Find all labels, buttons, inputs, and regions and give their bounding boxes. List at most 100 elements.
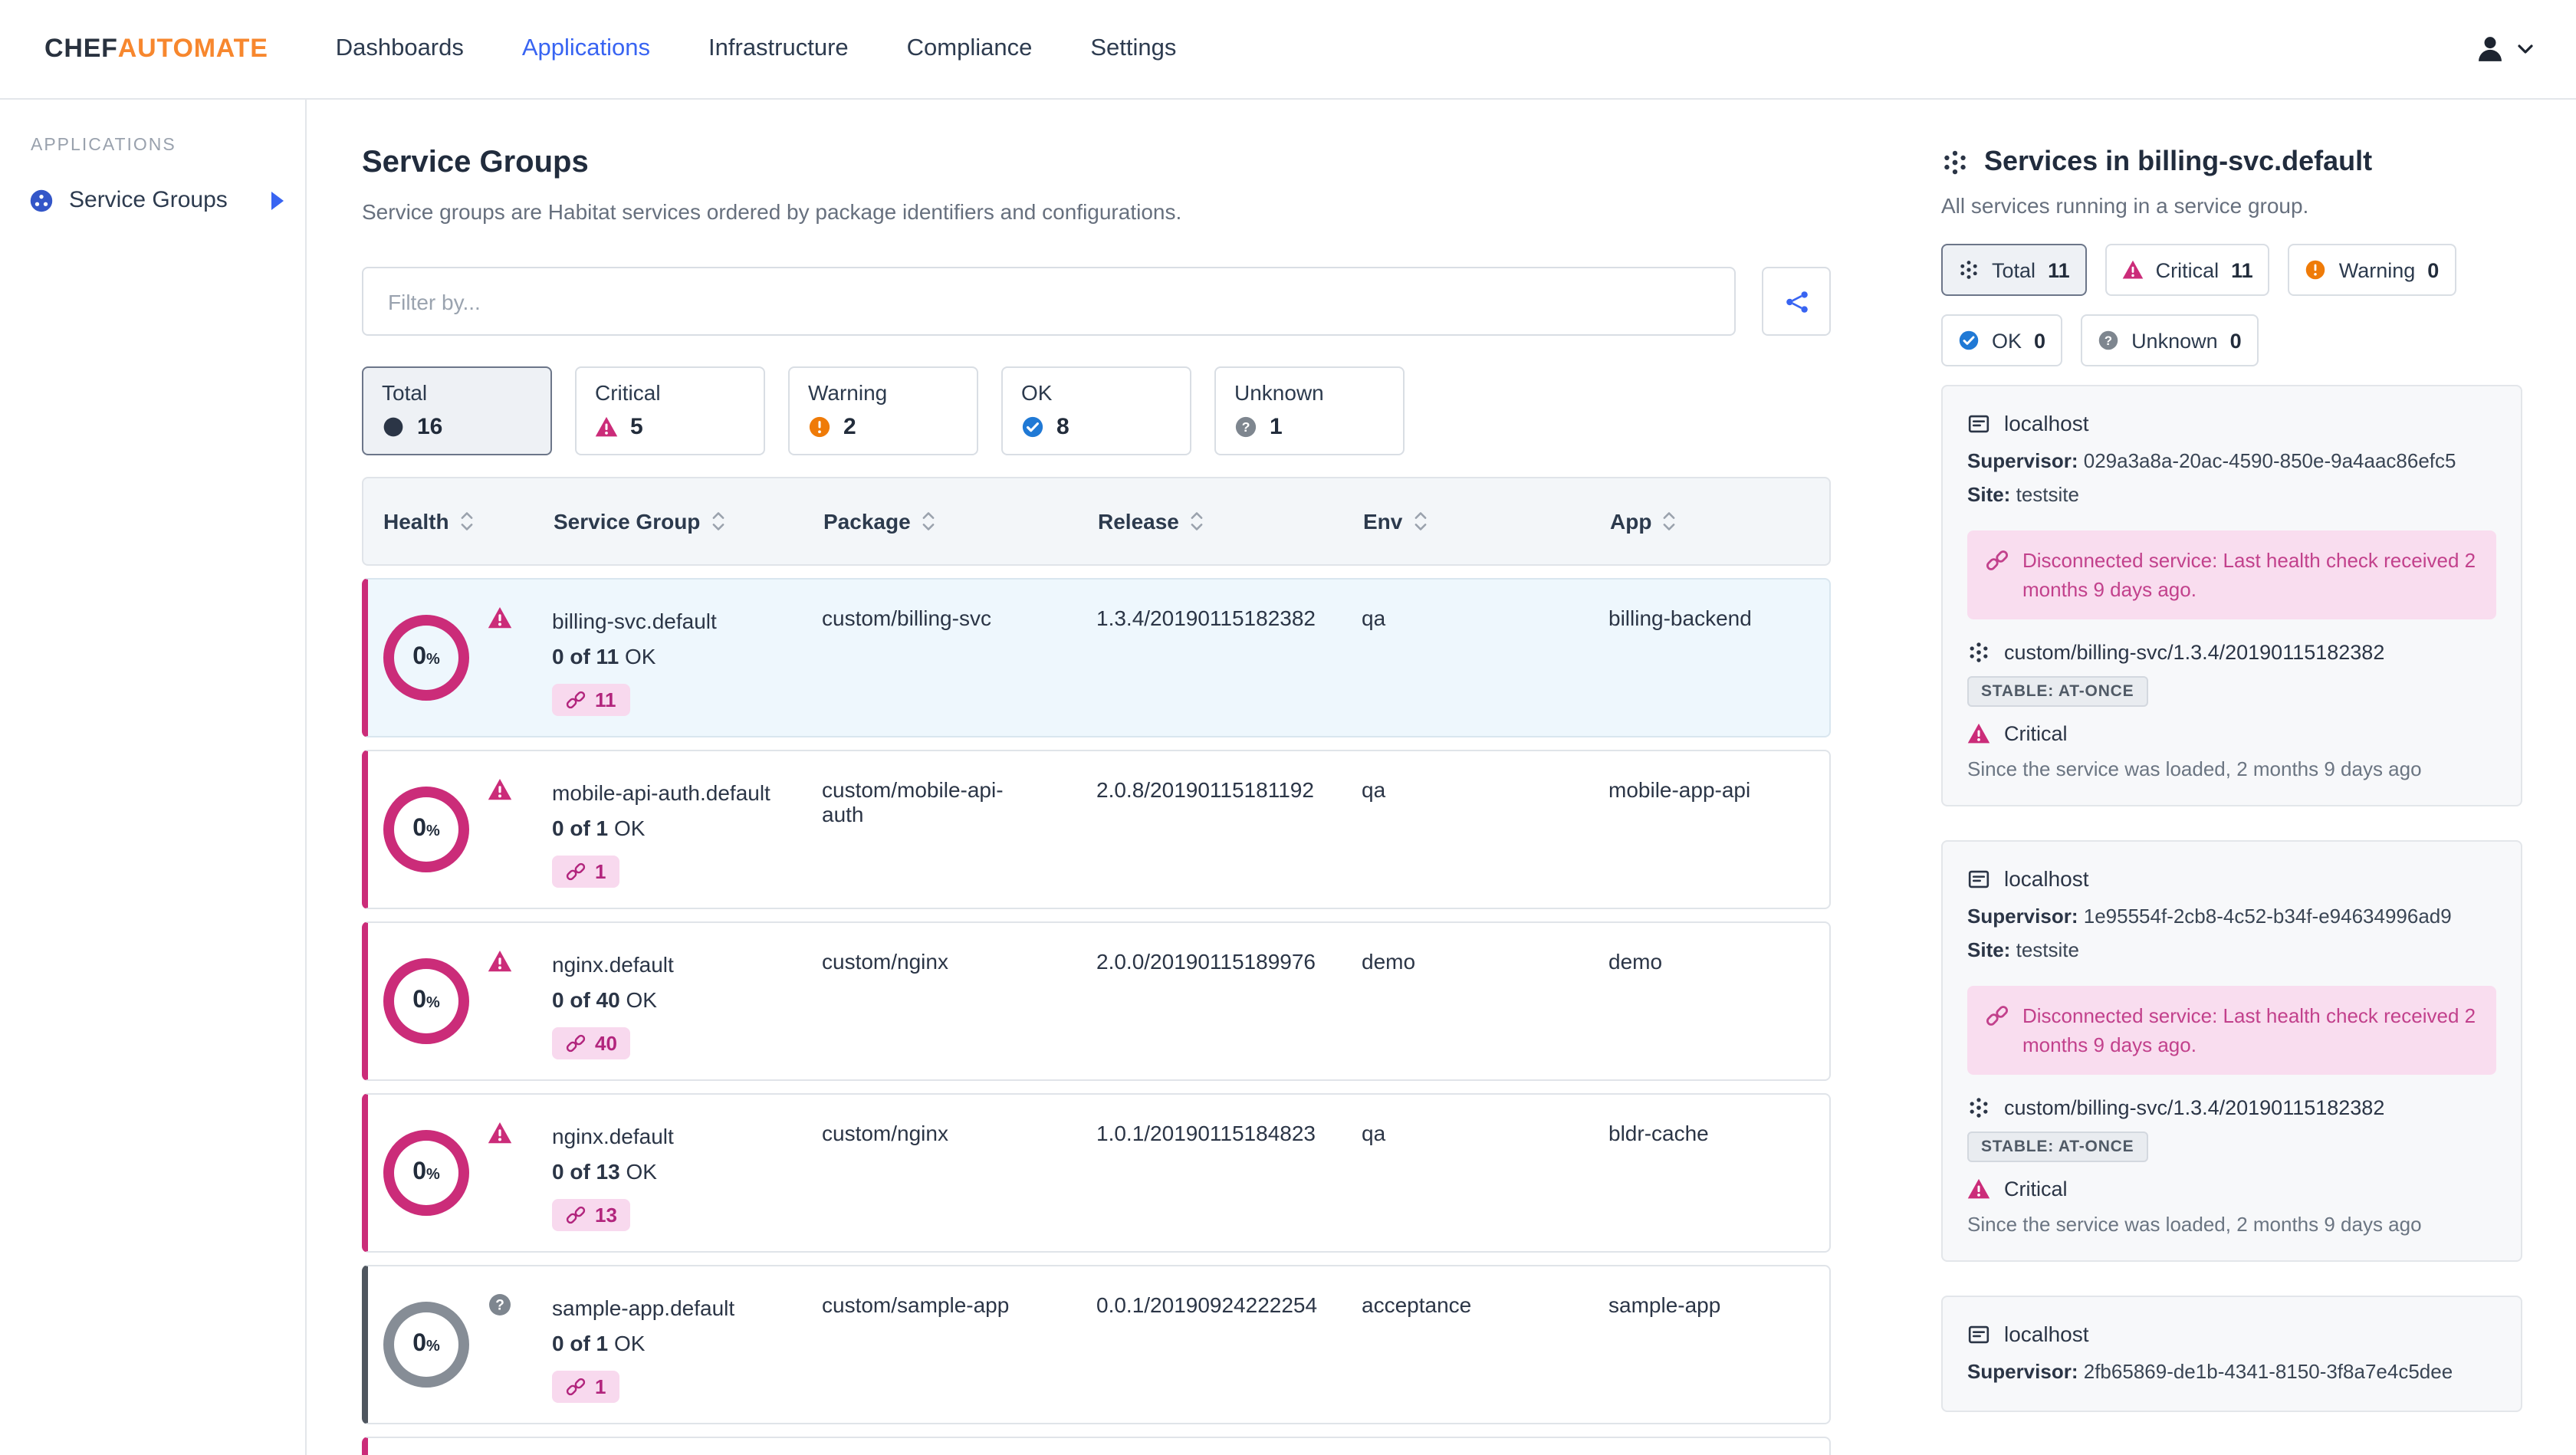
column-header-package[interactable]: Package — [823, 509, 1098, 534]
ok-count-line: 0 of 1 OK — [552, 1328, 776, 1358]
sort-icon[interactable] — [1413, 511, 1427, 532]
since-loaded-text: Since the service was loaded, 2 months 9… — [1967, 757, 2422, 780]
table-row[interactable]: 0 % billing-svc.default 0 of 11 OK 11 cu… — [362, 578, 1831, 737]
service-groups-table: Health Service Group Package Release Env… — [362, 477, 1831, 1455]
table-header: Health Service Group Package Release Env… — [362, 477, 1831, 566]
chip-ok[interactable]: OK 0 — [1941, 314, 2063, 366]
caret-right-icon — [271, 191, 284, 209]
chip-unknown[interactable]: Unknown 0 — [2081, 314, 2259, 366]
chip-label: OK — [1992, 329, 2022, 352]
release-cell: 1.0.1/20190115184823 — [1096, 1121, 1316, 1145]
column-header-health[interactable]: Health — [363, 509, 554, 534]
column-header-env[interactable]: Env — [1363, 509, 1610, 534]
service-card[interactable]: localhost Supervisor: 1e95554f-2cb8-4c52… — [1941, 840, 2522, 1262]
column-label: Release — [1098, 509, 1179, 534]
app-cell: mobile-app-api — [1608, 777, 1751, 802]
nav-settings[interactable]: Settings — [1090, 35, 1176, 63]
env-cell: qa — [1362, 1121, 1386, 1145]
ok-count: 0 of 40 — [552, 987, 620, 1012]
services-icon — [1967, 641, 1990, 664]
ok-suffix: OK — [624, 644, 656, 668]
table-row[interactable]: 0 % nginx.default 0 of 13 OK 13 custom/n… — [362, 1093, 1831, 1253]
status-card-warning[interactable]: Warning 2 — [788, 366, 978, 455]
chip-warning[interactable]: Warning 0 — [2288, 244, 2456, 296]
broken-link-icon — [566, 1377, 586, 1397]
health-cell: 0 % — [368, 599, 552, 716]
table-row[interactable]: 0 % sample-app.default 0 of 1 OK 1 custo… — [362, 1265, 1831, 1424]
sort-icon[interactable] — [1190, 511, 1204, 532]
column-header-app[interactable]: App — [1610, 509, 1829, 534]
site-value: testsite — [2016, 483, 2079, 506]
critical-icon — [488, 1121, 512, 1145]
column-header-release[interactable]: Release — [1098, 509, 1363, 534]
host-row: localhost — [1967, 411, 2496, 435]
status-filter-row: Total 16 Critical 5 Warning 2 OK 8 Unkno… — [362, 366, 1831, 455]
unknown-icon — [488, 1292, 512, 1317]
health-ring: 0 % — [383, 615, 469, 701]
health-status-label: Critical — [2004, 1177, 2068, 1200]
table-row-partial[interactable] — [362, 1437, 1831, 1455]
status-card-total[interactable]: Total 16 — [362, 366, 552, 455]
service-card[interactable]: localhost Supervisor: 029a3a8a-20ac-4590… — [1941, 385, 2522, 806]
table-row[interactable]: 0 % mobile-api-auth.default 0 of 1 OK 1 … — [362, 750, 1831, 909]
top-nav: CHEFAUTOMATE Dashboards Applications Inf… — [0, 0, 2576, 100]
package-row: custom/billing-svc/1.3.4/20190115182382 — [1967, 641, 2496, 664]
panel-title-text: Services in billing-svc.default — [1984, 146, 2373, 176]
nav-applications[interactable]: Applications — [522, 35, 650, 63]
nav-infrastructure[interactable]: Infrastructure — [708, 35, 849, 63]
supervisor-line: Supervisor: 029a3a8a-20ac-4590-850e-9a4a… — [1967, 448, 2496, 475]
health-cell: 0 % — [368, 943, 552, 1059]
brand-logo[interactable]: CHEFAUTOMATE — [44, 34, 268, 64]
page-subtitle: Service groups are Habitat services orde… — [362, 199, 1182, 224]
status-card-critical[interactable]: Critical 5 — [575, 366, 765, 455]
sort-icon[interactable] — [922, 511, 935, 532]
sort-icon[interactable] — [1662, 511, 1676, 532]
user-menu[interactable] — [2473, 32, 2533, 66]
chip-critical[interactable]: Critical 11 — [2104, 244, 2270, 296]
nav-compliance[interactable]: Compliance — [907, 35, 1033, 63]
health-ring: 0 % — [383, 787, 469, 872]
app-cell: billing-backend — [1608, 606, 1752, 630]
ok-count: 0 of 13 — [552, 1159, 620, 1184]
sort-icon[interactable] — [711, 511, 724, 532]
share-filter-button[interactable] — [1762, 267, 1831, 336]
chip-count: 0 — [2229, 329, 2242, 352]
column-header-service-group[interactable]: Service Group — [554, 509, 823, 534]
nav-dashboards[interactable]: Dashboards — [336, 35, 464, 63]
status-card-count: 8 — [1056, 414, 1070, 440]
service-cards: localhost Supervisor: 029a3a8a-20ac-4590… — [1941, 385, 2576, 1412]
sort-icon[interactable] — [460, 511, 474, 532]
ok-count: 0 of 1 — [552, 1331, 609, 1355]
badge-count: 11 — [595, 688, 616, 711]
health-status-row: Critical — [1967, 722, 2496, 745]
health-ring: 0 % — [383, 1130, 469, 1216]
host-row: localhost — [1967, 1322, 2496, 1346]
critical-icon — [488, 777, 512, 802]
status-card-count: 5 — [630, 414, 643, 440]
app-cell: bldr-cache — [1608, 1121, 1709, 1145]
site-value: testsite — [2016, 938, 2079, 961]
broken-link-icon — [1986, 1004, 2009, 1027]
status-card-unknown[interactable]: Unknown 1 — [1214, 366, 1405, 455]
app-viewport: CHEFAUTOMATE Dashboards Applications Inf… — [0, 0, 2576, 1455]
service-card-partial[interactable]: localhost Supervisor: 2fb65869-de1b-4341… — [1941, 1296, 2522, 1412]
supervisor-line: Supervisor: 2fb65869-de1b-4341-8150-3f8a… — [1967, 1358, 2496, 1386]
release-cell: 2.0.8/20190115181192 — [1096, 777, 1314, 802]
ok-count-line: 0 of 11 OK — [552, 641, 776, 672]
host-name: localhost — [2004, 411, 2089, 435]
sidebar-item-service-groups[interactable]: Service Groups — [0, 178, 305, 222]
filter-input[interactable] — [362, 267, 1736, 336]
status-card-label: Unknown — [1234, 380, 1324, 405]
release-cell: 0.0.1/20190924222254 — [1096, 1292, 1318, 1317]
chip-total[interactable]: Total 11 — [1941, 244, 2087, 296]
critical-icon — [488, 949, 512, 974]
status-card-label: Critical — [595, 380, 661, 405]
services-icon — [1941, 148, 1969, 176]
unknown-icon — [1234, 415, 1257, 438]
broken-link-icon — [566, 690, 586, 710]
chip-count: 11 — [2231, 258, 2253, 281]
release-cell: 2.0.0/20190115189976 — [1096, 949, 1316, 974]
status-card-ok[interactable]: OK 8 — [1001, 366, 1191, 455]
table-row[interactable]: 0 % nginx.default 0 of 40 OK 40 custom/n… — [362, 921, 1831, 1081]
chevron-down-icon — [2518, 44, 2533, 54]
